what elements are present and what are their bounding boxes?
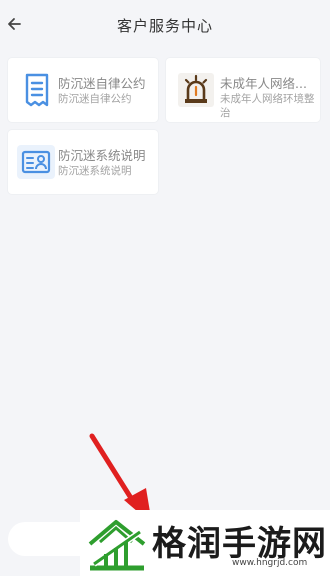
document-icon bbox=[20, 70, 54, 110]
card-anti-addiction-system-explanation[interactable]: 防沉迷系统说明 防沉迷系统说明 bbox=[8, 130, 158, 194]
alarm-light-icon bbox=[176, 72, 216, 108]
card-minor-network-environment[interactable]: 未成年人网络... 未成年人网络环境整治 bbox=[166, 58, 320, 122]
watermark: 格润手游网 www.hngrjd.com bbox=[80, 510, 330, 576]
watermark-url: www.hngrjd.com bbox=[232, 558, 308, 568]
card-title: 防沉迷系统说明 bbox=[58, 148, 146, 163]
card-subtitle: 防沉迷系统说明 bbox=[58, 165, 132, 177]
header-bar: 客户服务中心 bbox=[0, 0, 330, 50]
site-logo bbox=[88, 520, 146, 571]
card-title: 未成年人网络... bbox=[220, 76, 307, 91]
card-self-discipline-convention[interactable]: 防沉迷自律公约 防沉迷自律公约 bbox=[8, 58, 158, 122]
card-subtitle: 未成年人网络环境整治 bbox=[220, 93, 315, 119]
page-title: 客户服务中心 bbox=[116, 17, 213, 35]
card-title: 防沉迷自律公约 bbox=[58, 76, 146, 91]
card-subtitle: 防沉迷自律公约 bbox=[58, 93, 132, 105]
customer-service-page: 客户服务中心 防沉迷自律公约 防沉迷自律公约 未成年人网络... 未成年人网络环… bbox=[0, 0, 330, 576]
id-card-icon bbox=[16, 144, 56, 180]
